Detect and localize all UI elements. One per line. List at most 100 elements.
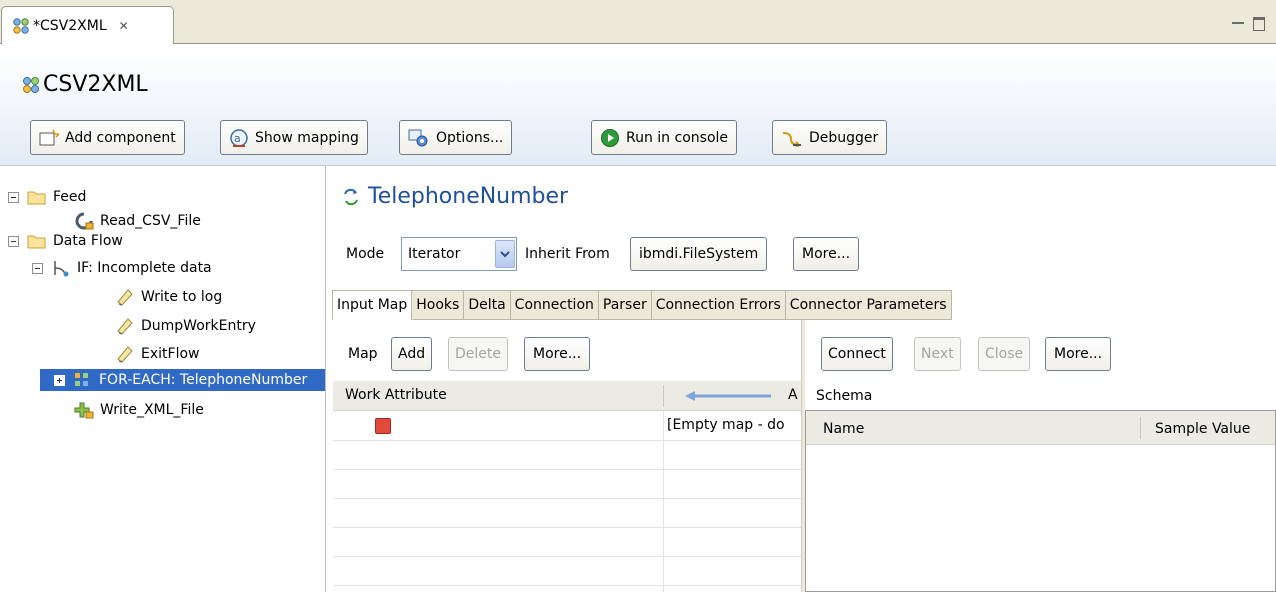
assembly-line-icon [13, 18, 29, 34]
tab-connector-parameters[interactable]: Connector Parameters [785, 290, 952, 320]
tree-item-label: Write to log [141, 289, 223, 305]
mode-label: Mode [346, 246, 385, 262]
script-icon [117, 318, 133, 335]
inherit-from-label: Inherit From [525, 246, 610, 262]
run-icon [601, 128, 619, 147]
input-map-table: Work Attribute A [Empty map - do [333, 381, 803, 592]
options-icon [408, 129, 428, 146]
tab-hooks[interactable]: Hooks [412, 290, 465, 320]
assembly-line-icon [23, 76, 39, 93]
component-title: TelephoneNumber [342, 184, 568, 209]
tree-item-dumpworkentry[interactable]: DumpWorkEntry [115, 315, 256, 337]
tree-item-for-each-telephonenumber[interactable]: FOR-EACH: TelephoneNumber [40, 369, 325, 391]
column-separator [1140, 417, 1141, 439]
page-title-text: CSV2XML [43, 72, 148, 97]
close-label: Close [985, 346, 1024, 362]
connect-button[interactable]: Connect [821, 337, 893, 371]
row-line [333, 440, 803, 441]
collapse-toggle[interactable] [8, 191, 19, 203]
next-button[interactable]: Next [914, 337, 961, 371]
svg-text:a: a [234, 132, 241, 145]
maximize-icon[interactable] [1253, 17, 1265, 31]
tree-item-label: Write_XML_File [100, 402, 204, 418]
column-separator [663, 385, 664, 407]
minimize-icon[interactable] [1232, 22, 1244, 24]
tree-item-label: DumpWorkEntry [141, 318, 256, 334]
arrow-left-icon [685, 391, 771, 401]
tree-item-label: Data Flow [53, 233, 123, 249]
debugger-label: Debugger [809, 129, 879, 146]
schema-label: Schema [816, 388, 873, 404]
editor-header: CSV2XML Add component a Show mapping Opt… [0, 44, 1276, 166]
tab-connection-errors[interactable]: Connection Errors [651, 290, 786, 320]
add-component-icon [39, 129, 59, 145]
run-in-console-label: Run in console [626, 129, 729, 146]
tree-item-label: FOR-EACH: TelephoneNumber [99, 372, 308, 388]
close-button[interactable]: Close [978, 337, 1031, 371]
connector-write-icon [74, 402, 94, 419]
schema-table: Name Sample Value [805, 410, 1276, 592]
row-line [333, 498, 803, 499]
tree-item-feed[interactable]: Feed [8, 186, 86, 208]
collapse-toggle[interactable] [32, 262, 43, 274]
column-assignment[interactable]: A [788, 387, 798, 403]
collapse-toggle[interactable] [8, 235, 19, 247]
next-label: Next [921, 346, 954, 362]
tab-parser[interactable]: Parser [598, 290, 652, 320]
tree-item-label: Feed [53, 189, 87, 205]
map-add-button[interactable]: Add [391, 337, 433, 371]
tree-item-write-to-log[interactable]: Write to log [115, 286, 222, 308]
run-in-console-button[interactable]: Run in console [591, 120, 738, 155]
map-delete-button[interactable]: Delete [448, 337, 508, 371]
show-mapping-label: Show mapping [255, 129, 359, 146]
close-icon[interactable]: ✕ [119, 19, 129, 33]
tree-item-read-csv-file[interactable]: Read_CSV_File [74, 210, 201, 232]
iterator-icon [344, 188, 358, 205]
options-button[interactable]: Options... [399, 120, 513, 155]
tree-item-label: ExitFlow [141, 346, 200, 362]
row-line [333, 469, 803, 470]
column-name[interactable]: Name [823, 421, 864, 437]
map-more-button[interactable]: More... [524, 337, 591, 371]
row-line [333, 585, 803, 586]
tab-input-map[interactable]: Input Map [332, 290, 413, 320]
column-work-attribute[interactable]: Work Attribute [345, 387, 447, 403]
inherit-from-button[interactable]: ibmdi.FileSystem [630, 237, 768, 271]
component-more-button[interactable]: More... [793, 237, 860, 271]
schema-more-button[interactable]: More... [1045, 337, 1112, 371]
show-mapping-button[interactable]: a Show mapping [220, 120, 368, 155]
tree-item-exitflow[interactable]: ExitFlow [115, 343, 199, 365]
chevron-down-icon[interactable] [495, 240, 515, 268]
row-line [333, 556, 803, 557]
add-component-button[interactable]: Add component [30, 120, 185, 155]
branch-icon [54, 261, 69, 277]
tree-item-data-flow[interactable]: Data Flow [8, 230, 123, 252]
editor-tab-csv2xml[interactable]: *CSV2XML ✕ [1, 6, 174, 45]
tab-connection[interactable]: Connection [510, 290, 599, 320]
tree-item-label: IF: Incomplete data [77, 260, 212, 276]
folder-icon [27, 235, 46, 249]
tab-delta[interactable]: Delta [464, 290, 511, 320]
script-icon [117, 346, 133, 363]
column-sample-value[interactable]: Sample Value [1155, 421, 1250, 437]
debugger-button[interactable]: Debugger [772, 120, 888, 155]
tree-item-label: Read_CSV_File [100, 213, 201, 229]
map-cell-value: [Empty map - do [667, 417, 785, 433]
editor-tab-bar: *CSV2XML ✕ [0, 0, 1276, 45]
inherit-from-value: ibmdi.FileSystem [639, 246, 759, 262]
tree-item-if-incomplete-data[interactable]: IF: Incomplete data [32, 257, 212, 279]
folder-icon [27, 191, 46, 205]
mode-select-value: Iterator [408, 246, 461, 262]
page-title: CSV2XML [21, 72, 148, 97]
connector-read-icon [75, 212, 94, 230]
mode-select[interactable]: Iterator [401, 237, 517, 271]
show-mapping-icon: a [230, 128, 248, 147]
table-row[interactable]: [Empty map - do [333, 412, 803, 440]
tree-item-write-xml-file[interactable]: Write_XML_File [74, 399, 204, 421]
table-header: Work Attribute A [333, 381, 803, 411]
connect-label: Connect [828, 346, 886, 362]
map-more-label: More... [533, 346, 582, 362]
column-line [663, 411, 664, 592]
map-add-label: Add [398, 346, 426, 362]
expand-toggle[interactable] [54, 374, 65, 386]
